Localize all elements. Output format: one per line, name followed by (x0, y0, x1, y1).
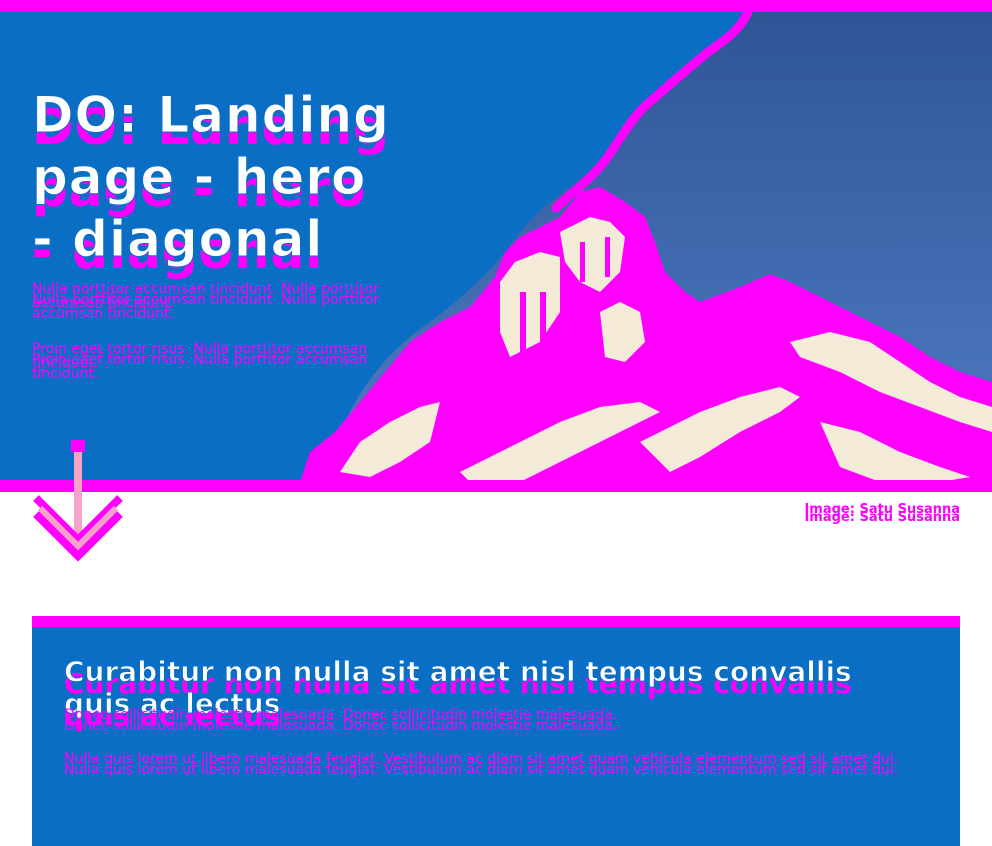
hero-paragraph-2: Proin eget tortor risus. Nulla porttitor… (32, 342, 422, 386)
hero-title-text: DO: Landing page - hero - diagonal (32, 86, 390, 269)
image-credit: Image: Satu Susanna Image: Satu Susanna (804, 502, 960, 525)
scroll-down-arrow-icon[interactable] (30, 440, 130, 570)
hero-section: DO: Landing page - hero - diagonal DO: L… (0, 12, 992, 482)
hero-paragraph-1-shadow: Nulla porttitor accumsan tincidunt. Null… (32, 292, 380, 322)
card-accent-bar (32, 616, 960, 627)
hero-bottom-accent-bar (0, 480, 992, 492)
hero-paragraph-1: Nulla porttitor accumsan tincidunt. Null… (32, 282, 422, 326)
card-paragraph-2: Nulla quis lorem ut libero malesuada feu… (64, 752, 924, 796)
content-card: Curabitur non nulla sit amet nisl tempus… (32, 616, 960, 846)
hero-paragraph-2-shadow: Proin eget tortor risus. Nulla porttitor… (32, 352, 368, 382)
card-paragraph-1-shadow: Donec sollicitudin molestie malesuada. D… (64, 718, 618, 734)
card-paragraph-2-shadow: Nulla quis lorem ut libero malesuada feu… (64, 762, 899, 778)
hero-title: DO: Landing page - hero - diagonal DO: L… (32, 84, 392, 281)
top-accent-bar (0, 0, 992, 12)
card-paragraph-1: Donec sollicitudin molestie malesuada. D… (64, 708, 924, 738)
image-credit-shadow: Image: Satu Susanna (804, 510, 960, 525)
card-title: Curabitur non nulla sit amet nisl tempus… (64, 655, 924, 732)
card-text-block: Curabitur non nulla sit amet nisl tempus… (64, 655, 924, 796)
hero-text-block: DO: Landing page - hero - diagonal DO: L… (32, 84, 422, 386)
